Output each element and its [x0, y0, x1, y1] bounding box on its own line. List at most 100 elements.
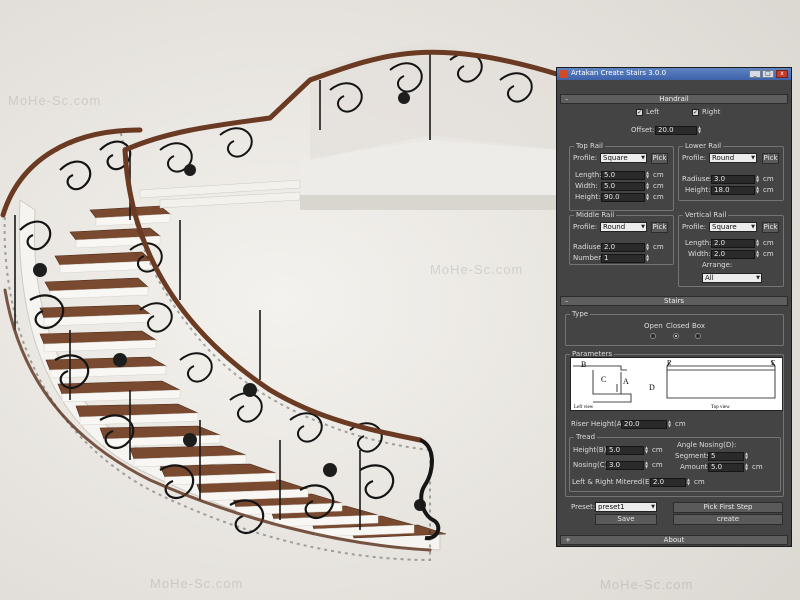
vertical-rail-title: Vertical Rail: [683, 211, 729, 219]
segments-spinner[interactable]: ▲ ▼: [744, 452, 749, 461]
top-rail-height-spinner[interactable]: ▲ ▼: [645, 193, 650, 202]
segments-input[interactable]: 5: [708, 452, 744, 461]
save-button[interactable]: Save: [595, 514, 657, 525]
top-rail-height-input[interactable]: 90.0: [601, 193, 645, 202]
top-rail-profile-label: Profile:: [573, 154, 598, 162]
lower-rail-radius-input[interactable]: 3.0: [711, 175, 755, 184]
chevron-down-icon: ▼: [756, 275, 760, 281]
type-box-label: Box: [692, 322, 706, 330]
title-bar[interactable]: Artakan Create Stairs 3.0.0 _ □ x: [557, 68, 791, 80]
chevron-down-icon: ▼: [641, 224, 645, 230]
tread-height-label: Height(B):: [573, 446, 609, 454]
amount-spinner[interactable]: ▲ ▼: [744, 463, 749, 472]
nosing-spinner[interactable]: ▲ ▼: [644, 461, 649, 470]
lower-rail-profile-value: Round: [712, 154, 735, 162]
chevron-down-icon: ▼: [641, 155, 645, 161]
chevron-down-icon: ▼: [751, 224, 755, 230]
tread-height-input[interactable]: 5.0: [606, 446, 644, 455]
top-rail-length-input[interactable]: 5.0: [601, 171, 645, 180]
about-rollout-header[interactable]: + About: [560, 535, 788, 545]
amount-input[interactable]: 5.0: [708, 463, 744, 472]
minimize-button[interactable]: _: [749, 70, 761, 78]
mitered-unit: cm: [694, 478, 705, 486]
vertical-rail-width-label: Width:: [688, 250, 711, 258]
chevron-down-icon: ▼: [651, 504, 655, 510]
vertical-rail-length-spinner[interactable]: ▲ ▼: [755, 239, 760, 248]
vertical-rail-length-input[interactable]: 2.0: [711, 239, 755, 248]
watermark: MoHe-Sc.com: [8, 93, 102, 108]
lower-rail-height-input[interactable]: 18.0: [711, 186, 755, 195]
window-title: Artakan Create Stairs 3.0.0: [571, 69, 667, 77]
tread-height-spinner[interactable]: ▲ ▼: [644, 446, 649, 455]
left-checkbox[interactable]: ✓: [636, 109, 643, 116]
vertical-rail-arrange-dropdown[interactable]: All ▼: [702, 273, 762, 283]
diagram-label-d: D: [649, 383, 655, 392]
top-rail-width-input[interactable]: 5.0: [601, 182, 645, 191]
pick-first-step-button[interactable]: Pick First Step: [673, 502, 783, 513]
create-stairs-panel: Artakan Create Stairs 3.0.0 _ □ x – Hand…: [556, 67, 792, 547]
create-button[interactable]: create: [673, 514, 783, 525]
diagram-label-e-right: E: [771, 359, 775, 367]
type-closed-label: Closed: [666, 322, 690, 330]
riser-height-spinner[interactable]: ▲ ▼: [667, 420, 672, 429]
diagram-label-b: B: [581, 360, 586, 369]
middle-rail-number-label: Number:: [573, 254, 604, 262]
mitered-input[interactable]: 2.0: [650, 478, 686, 487]
type-open-label: Open: [644, 322, 663, 330]
middle-rail-profile-value: Round: [603, 223, 626, 231]
lower-rail-profile-dropdown[interactable]: Round ▼: [709, 153, 757, 163]
top-rail-profile-dropdown[interactable]: Square ▼: [600, 153, 647, 163]
stairs-rollout-header[interactable]: – Stairs: [560, 296, 788, 306]
top-rail-profile-value: Square: [603, 154, 628, 162]
middle-rail-profile-dropdown[interactable]: Round ▼: [600, 222, 647, 232]
vertical-rail-profile-dropdown[interactable]: Square ▼: [709, 222, 757, 232]
watermark: MoHe-Sc.com: [600, 577, 694, 592]
top-rail-length-spinner[interactable]: ▲ ▼: [645, 171, 650, 180]
vertical-rail-pick-button[interactable]: Pick: [762, 222, 779, 233]
lower-rail-radius-label: Radiuse:: [682, 175, 713, 183]
top-rail-pick-button[interactable]: Pick: [651, 153, 668, 164]
segments-label: Segments:: [675, 452, 713, 460]
type-closed-radio[interactable]: [673, 333, 679, 339]
middle-rail-pick-button[interactable]: Pick: [651, 222, 668, 233]
vertical-rail-arrange-label: Arrange:: [702, 261, 733, 269]
watermark: MoHe-Sc.com: [150, 576, 244, 591]
right-checkbox[interactable]: ✓: [692, 109, 699, 116]
riser-height-unit: cm: [675, 420, 686, 428]
nosing-input[interactable]: 3.0: [606, 461, 644, 470]
angle-nosing-title: Angle Nosing(D):: [677, 441, 737, 449]
preset-dropdown[interactable]: preset1 ▼: [595, 502, 657, 512]
diagram-label-a: A: [623, 377, 629, 386]
diagram-drawing: B C A D E E Left view Top view: [573, 359, 776, 410]
riser-height-label: Riser Height(A):: [571, 420, 627, 428]
close-button[interactable]: x: [776, 70, 788, 78]
preset-label: Preset:: [571, 503, 596, 511]
offset-spinner[interactable]: ▲ ▼: [697, 126, 702, 135]
lower-rail-height-spinner[interactable]: ▲ ▼: [755, 186, 760, 195]
diagram-label-c: C: [601, 375, 606, 384]
vertical-rail-width-spinner[interactable]: ▲ ▼: [755, 250, 760, 259]
top-rail-width-spinner[interactable]: ▲ ▼: [645, 182, 650, 191]
lower-rail-height-label: Height:: [685, 186, 711, 194]
lower-rail-pick-button[interactable]: Pick: [762, 153, 779, 164]
vertical-rail-length-unit: cm: [763, 239, 774, 247]
type-title: Type: [570, 310, 591, 318]
lower-rail-profile-label: Profile:: [682, 154, 707, 162]
handrail-rollout-header[interactable]: – Handrail: [560, 94, 788, 104]
middle-rail-radius-input[interactable]: 2.0: [601, 243, 645, 252]
offset-input[interactable]: 20.0: [655, 126, 697, 135]
vertical-rail-width-input[interactable]: 2.0: [711, 250, 755, 259]
mitered-spinner[interactable]: ▲ ▼: [686, 478, 691, 487]
type-open-radio[interactable]: [650, 333, 656, 339]
middle-rail-radius-spinner[interactable]: ▲ ▼: [645, 243, 650, 252]
nosing-label: Nosing(C):: [573, 461, 610, 469]
lower-rail-radius-spinner[interactable]: ▲ ▼: [755, 175, 760, 184]
middle-rail-number-input[interactable]: 1: [601, 254, 645, 263]
maximize-button[interactable]: □: [762, 70, 774, 78]
stair-profile-diagram: B C A D E E Left view Top view: [570, 357, 783, 411]
handrail-title: Handrail: [659, 95, 689, 103]
middle-rail-number-spinner[interactable]: ▲ ▼: [645, 254, 650, 263]
type-box-radio[interactable]: [695, 333, 701, 339]
riser-height-input[interactable]: 20.0: [621, 420, 667, 429]
tread-title: Tread: [574, 433, 598, 441]
